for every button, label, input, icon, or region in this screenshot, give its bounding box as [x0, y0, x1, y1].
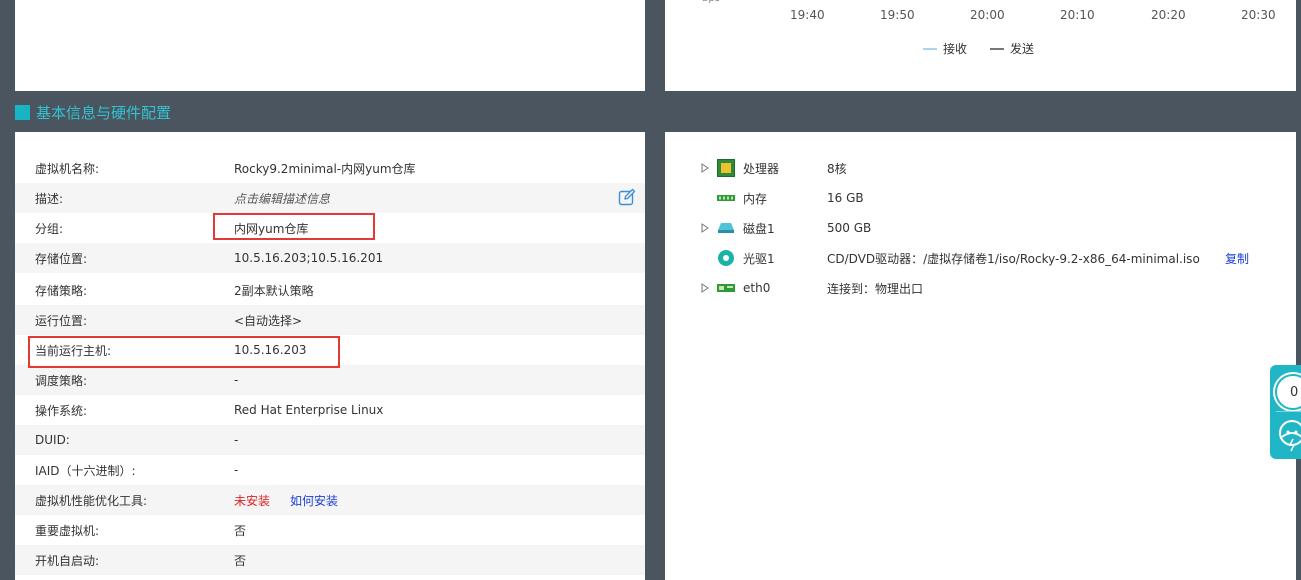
section-title: 基本信息与硬件配置	[36, 103, 172, 122]
hw-item-memory[interactable]: 内存 16 GB	[665, 183, 1296, 213]
hw-name: 内存	[743, 191, 768, 206]
group-highlight-box	[213, 213, 375, 240]
perf-tools-status: 未安装	[234, 493, 271, 508]
x-tick-label: 19:40	[790, 8, 825, 22]
info-row-run-location: 运行位置: <自动选择>	[15, 305, 645, 335]
expand-arrow-icon[interactable]	[701, 223, 709, 233]
info-label: 分组:	[35, 221, 64, 236]
info-row-perf-tools: 虚拟机性能优化工具: 未安装 如何安装	[15, 485, 645, 515]
info-label: 虚拟机性能优化工具:	[35, 493, 148, 508]
cdrom-icon	[718, 250, 734, 266]
info-row-os: 操作系统: Red Hat Enterprise Linux	[15, 395, 645, 425]
legend-label: 发送	[1010, 42, 1035, 56]
info-row-important: 重要虚拟机: 否	[15, 515, 645, 545]
important-value: 否	[234, 523, 247, 538]
legend-item-send[interactable]: 发送	[990, 40, 1034, 57]
hw-value: 连接到：物理出口	[827, 281, 924, 296]
vm-name-value: Rocky9.2minimal-内网yum仓库	[234, 161, 416, 176]
legend-swatch	[923, 47, 937, 50]
hw-item-cpu[interactable]: 处理器 8核	[665, 153, 1296, 183]
memory-icon	[717, 195, 735, 201]
info-label: 操作系统:	[35, 403, 88, 418]
notification-counter[interactable]: 0	[1275, 374, 1301, 410]
info-row-storage-policy: 存储策略: 2副本默认策略	[15, 275, 645, 305]
autostart-value: 否	[234, 553, 247, 568]
iaid-value: -	[234, 463, 239, 477]
storage-policy-value: 2副本默认策略	[234, 283, 314, 298]
hardware-panel: 处理器 8核 内存 16 GB 磁盘1 500 GB 光驱1 CD/DVD驱动器…	[665, 132, 1296, 580]
x-tick-label: 20:00	[970, 8, 1005, 22]
section-heading: 基本信息与硬件配置	[15, 102, 171, 122]
hw-name: 磁盘1	[743, 221, 775, 236]
section-marker-icon	[15, 104, 30, 120]
info-row-duid: DUID: -	[15, 425, 645, 455]
hw-value: CD/DVD驱动器：/虚拟存储卷1/iso/Rocky-9.2-x86_64-m…	[827, 251, 1200, 266]
network-card-icon	[717, 284, 735, 292]
hw-value: 8核	[827, 161, 847, 176]
info-label: 存储位置:	[35, 251, 88, 266]
info-label: 调度策略:	[35, 373, 88, 388]
copy-link[interactable]: 复制	[1225, 250, 1249, 267]
schedule-policy-value: -	[234, 373, 239, 387]
expand-arrow-icon[interactable]	[701, 283, 709, 293]
legend-label: 接收	[943, 42, 968, 56]
info-label: 重要虚拟机:	[35, 523, 100, 538]
run-location-value: <自动选择>	[234, 313, 303, 328]
info-row-vm-name: 虚拟机名称: Rocky9.2minimal-内网yum仓库	[15, 153, 645, 183]
floating-assistant-widget[interactable]: 0	[1270, 365, 1301, 459]
x-tick-label: 20:10	[1060, 8, 1095, 22]
info-row-storage-location: 存储位置: 10.5.16.203;10.5.16.201	[15, 243, 645, 273]
hw-name: 处理器	[743, 161, 780, 176]
info-label: DUID:	[35, 433, 70, 447]
info-label: IAID（十六进制）:	[35, 463, 136, 478]
info-row-description: 描述: 点击编辑描述信息	[15, 183, 645, 213]
robot-assistant-icon[interactable]	[1276, 417, 1301, 453]
x-tick-label: 19:50	[880, 8, 915, 22]
network-chart-panel: bps 19:40 19:50 20:00 20:10 20:20 20:30 …	[665, 0, 1296, 91]
duid-value: -	[234, 433, 239, 447]
hw-item-disk[interactable]: 磁盘1 500 GB	[665, 213, 1296, 243]
hw-value: 500 GB	[827, 221, 872, 235]
hw-name: 光驱1	[743, 251, 775, 266]
x-tick-label: 20:20	[1151, 8, 1186, 22]
host-highlight-box	[28, 336, 340, 368]
cpu-icon	[717, 159, 735, 177]
info-label: 开机自启动:	[35, 553, 100, 568]
info-label: 描述:	[35, 191, 64, 206]
expand-arrow-icon[interactable]	[701, 163, 709, 173]
hw-value: 16 GB	[827, 191, 864, 205]
hw-item-cdrom[interactable]: 光驱1 CD/DVD驱动器：/虚拟存储卷1/iso/Rocky-9.2-x86_…	[665, 243, 1296, 273]
info-row-autostart: 开机自启动: 否	[15, 545, 645, 575]
hw-item-nic[interactable]: eth0 连接到：物理出口	[665, 273, 1296, 303]
storage-location-value: 10.5.16.203;10.5.16.201	[234, 251, 384, 265]
how-to-install-link[interactable]: 如何安装	[290, 492, 338, 509]
os-value: Red Hat Enterprise Linux	[234, 403, 384, 417]
x-tick-label: 20:30	[1241, 8, 1276, 22]
edit-icon[interactable]	[618, 188, 636, 206]
legend-item-receive[interactable]: 接收	[923, 40, 967, 57]
chart-unit-label: bps	[702, 0, 720, 4]
info-row-schedule-policy: 调度策略: -	[15, 365, 645, 395]
top-left-panel	[15, 0, 645, 91]
info-label: 虚拟机名称:	[35, 161, 100, 176]
description-placeholder[interactable]: 点击编辑描述信息	[234, 190, 330, 207]
widget-divider	[1276, 411, 1301, 412]
legend-swatch	[990, 47, 1004, 50]
info-row-iaid: IAID（十六进制）: -	[15, 455, 645, 485]
disk-icon	[718, 223, 734, 233]
info-label: 运行位置:	[35, 313, 88, 328]
info-label: 存储策略:	[35, 283, 88, 298]
hw-name: eth0	[743, 281, 771, 295]
